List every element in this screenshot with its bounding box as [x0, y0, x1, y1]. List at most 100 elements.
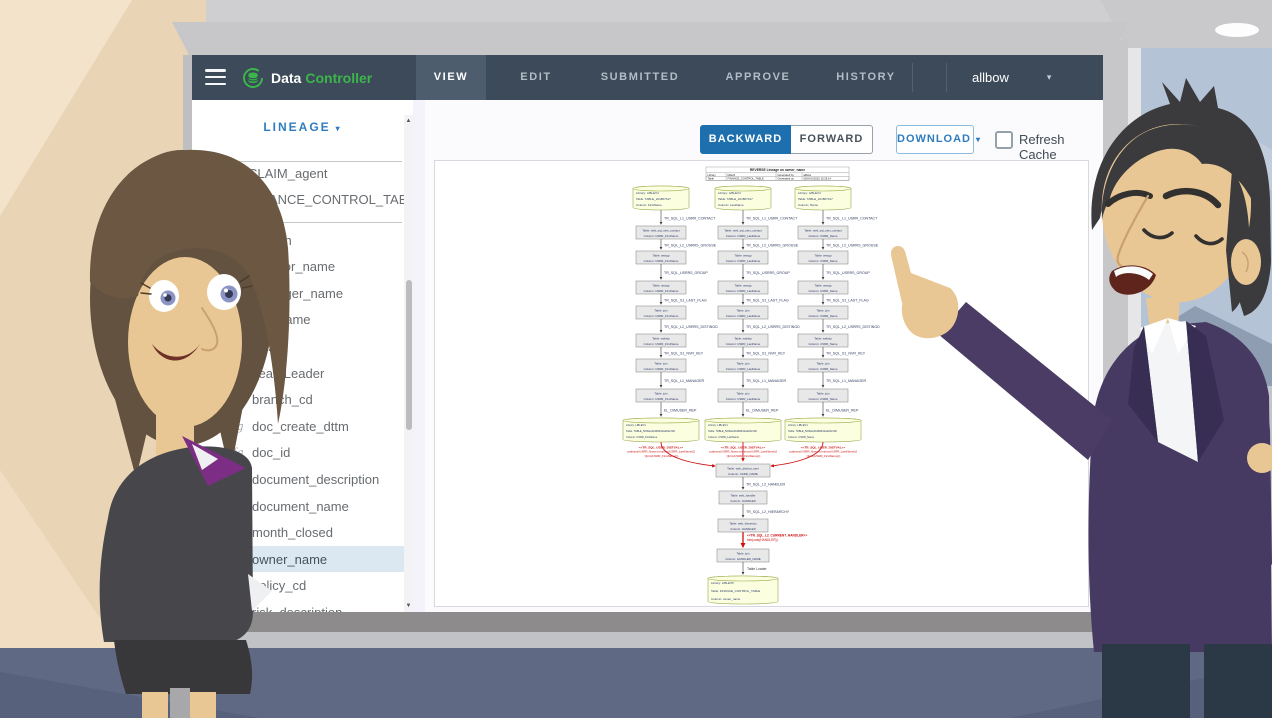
sidebar-item-org_name[interactable]: fgorg_name — [192, 307, 404, 333]
scene: Data Controller VIEW EDIT SUBMITTED APPROVE… — [0, 0, 1272, 718]
stand-leg — [170, 688, 190, 718]
refresh-cache-checkbox[interactable] — [995, 131, 1013, 149]
sidebar-scrollbar[interactable]: ▲ ▼ — [404, 115, 413, 612]
ceiling — [1100, 0, 1272, 50]
sidebar-item-TeamLeader[interactable]: fgTeamLeader — [192, 360, 404, 386]
sidebar-item-label: doc_create_dttm — [252, 419, 349, 434]
man-mouth — [1109, 265, 1156, 294]
svg-text:Column: USRR_NAME: Column: USRR_NAME — [728, 472, 758, 476]
app-window: Data Controller VIEW EDIT SUBMITTED APPROVE… — [192, 55, 1103, 612]
table-icon: ▦ — [220, 193, 236, 206]
sidebar-item-doc_id[interactable]: fgdoc_id — [192, 440, 404, 466]
svg-text:Table: join: Table: join — [654, 391, 667, 395]
sidebar-item-owner_name[interactable]: fgowner_name — [192, 546, 404, 572]
svg-text:Table: TABLE_5009e1bb48d642a3: Table: TABLE_5009e1bb48d642a326a7d6 — [626, 429, 675, 433]
tab-submitted[interactable]: SUBMITTED — [594, 55, 686, 100]
svg-text:Library: LIBLEV4: Library: LIBLEV4 — [636, 191, 659, 195]
sidebar-item-label: CLAIM_agent — [248, 166, 328, 181]
svg-text:allbow: allbow — [804, 173, 812, 177]
window-ground — [1141, 386, 1272, 600]
svg-text:TR_SQL_L1_USRR_CONTACT: TR_SQL_L1_USRR_CONTACT — [826, 216, 878, 220]
svg-text:TR_SQL_S1_NVR_KEY: TR_SQL_S1_NVR_KEY — [664, 351, 704, 355]
chevron-down-icon: ▾ — [336, 124, 342, 133]
svg-text:liblev5: liblev5 — [728, 173, 736, 177]
svg-text:Column: USRR_Name: Column: USRR_Name — [808, 314, 837, 318]
column-icon: fg — [230, 420, 246, 433]
svg-text:TR_SQL_L2_USRRS_DISTINGD: TR_SQL_L2_USRRS_DISTINGD — [664, 325, 718, 329]
svg-text:Generated on: Generated on — [778, 177, 795, 181]
svg-text:Table: TABLE_221807b17: Table: TABLE_221807b17 — [636, 197, 671, 201]
svg-text:Column: USRR_FirstName: Column: USRR_FirstName — [644, 367, 679, 371]
scroll-down-icon[interactable]: ▼ — [404, 603, 413, 609]
sidebar-item-document_name[interactable]: fgdocument_name — [192, 493, 404, 519]
tab-history[interactable]: HISTORY — [830, 55, 902, 100]
tab-approve[interactable]: APPROVE — [717, 55, 799, 100]
svg-text:TR_SQL_S1_NVR_KEY: TR_SQL_S1_NVR_KEY — [826, 351, 866, 355]
svg-text:Column: HANDLER: Column: HANDLER — [730, 499, 755, 503]
sidebar-item-director_name[interactable]: fgdirector_name — [192, 254, 404, 280]
user-menu[interactable]: allbow ▾ — [972, 55, 1051, 100]
tab-edit[interactable]: EDIT — [505, 55, 567, 100]
sidebar-divider — [210, 222, 402, 223]
man-pants — [1102, 644, 1190, 718]
svg-text:,'||trim(USRR_FirstName))): ,'||trim(USRR_FirstName))) — [644, 454, 679, 458]
svg-text:Table: web_distinct_user: Table: web_distinct_user — [727, 466, 759, 470]
monitor-stand-base — [178, 632, 1114, 648]
window — [1127, 48, 1272, 600]
woman-hair-tip — [112, 388, 154, 478]
svg-text:Column: USRR_LastName: Column: USRR_LastName — [726, 259, 761, 263]
download-button[interactable]: DOWNLOAD▾ — [896, 125, 974, 154]
scroll-up-icon[interactable]: ▲ — [404, 118, 413, 124]
sidebar-item-label: document_name — [252, 499, 349, 514]
sidebar-item-month_closed[interactable]: fgmonth_closed — [192, 520, 404, 546]
forward-button[interactable]: FORWARD — [791, 125, 873, 154]
sidebar-item-branch[interactable]: fgbranch — [192, 227, 404, 253]
svg-text:Column: USRR_LastName: Column: USRR_LastName — [726, 289, 761, 293]
download-label: DOWNLOAD — [897, 133, 971, 145]
window-frame — [1127, 48, 1141, 600]
column-icon: fg — [230, 526, 246, 539]
sidebar-item-branch_cd[interactable]: fgbranch_cd — [192, 387, 404, 413]
sidebar-item-policy_cd[interactable]: fgpolicy_cd — [192, 573, 404, 599]
scrollbar-thumb[interactable] — [406, 280, 412, 430]
lineage-dropdown[interactable]: LINEAGE▾ — [192, 120, 413, 134]
sidebar-item-FINANCE_CONTROL_TABLE[interactable]: ▦FINANCE_CONTROL_TABLE — [192, 186, 404, 212]
window-hill — [1141, 306, 1272, 386]
database-logo-icon — [242, 67, 264, 89]
svg-text:Column: USRR_FirstName: Column: USRR_FirstName — [626, 435, 658, 439]
tab-view[interactable]: VIEW — [416, 55, 486, 100]
sidebar-item-label: branch — [252, 233, 292, 248]
man-ear — [1231, 239, 1261, 285]
backward-button[interactable]: BACKWARD — [700, 125, 791, 154]
left-wall-highlight — [0, 470, 120, 648]
sidebar-item-CLAIM_agent[interactable]: ▦CLAIM_agent — [192, 160, 404, 186]
monitor-right-bezel — [1103, 40, 1128, 612]
man-suit — [1089, 322, 1272, 652]
window-cloud — [1141, 112, 1272, 190]
sidebar-item-risk_description[interactable]: fgrisk_description — [192, 599, 404, 612]
sidebar-item-document_description[interactable]: fgdocument_description — [192, 466, 404, 492]
brand-logo[interactable]: Data Controller — [242, 55, 372, 100]
sidebar-item-TEAM[interactable]: fgTEAM — [192, 333, 404, 359]
svg-text:Table: wsegp: Table: wsegp — [735, 253, 752, 257]
svg-text:Column: USRR_LastName: Column: USRR_LastName — [726, 367, 761, 371]
svg-text:Column: USRR_Name: Column: USRR_Name — [808, 367, 837, 371]
svg-text:Table: FINANCE_CONTROL_TABLE: Table: FINANCE_CONTROL_TABLE — [711, 589, 760, 593]
sidebar-item-doc_create_dttm[interactable]: fg doc_create_dttm — [192, 413, 404, 439]
svg-text:Table: wsegp: Table: wsegp — [653, 283, 670, 287]
hamburger-menu-icon[interactable] — [205, 69, 227, 89]
column-icon: fg — [230, 367, 246, 380]
sidebar-item-label: policy_cd — [252, 578, 306, 593]
svg-text:TR_SQL_L2_USRRS_GROUSE: TR_SQL_L2_USRRS_GROUSE — [746, 243, 799, 247]
svg-text:Column: LastName: Column: LastName — [718, 203, 744, 207]
left-wall — [0, 0, 206, 648]
woman-leg — [142, 692, 168, 718]
sidebar-item-manager_name[interactable]: fgmanager_name — [192, 280, 404, 306]
man-collar — [1168, 318, 1196, 354]
man-pants — [1204, 644, 1272, 718]
svg-text:Table: TABLE_221807b17: Table: TABLE_221807b17 — [798, 197, 833, 201]
header-divider — [946, 63, 947, 92]
svg-text:TR_SQL_L1_USRR_CONTACT: TR_SQL_L1_USRR_CONTACT — [664, 216, 716, 220]
svg-text:Column: USRR_Name: Column: USRR_Name — [808, 234, 837, 238]
man-face — [1102, 124, 1251, 302]
